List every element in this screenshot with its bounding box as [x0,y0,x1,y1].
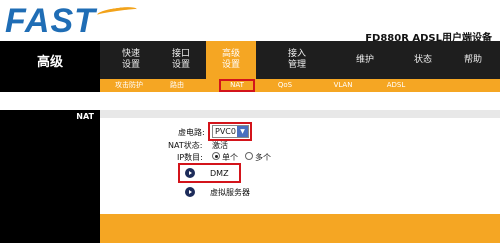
nat-status-label: NAT状态: [168,141,203,150]
dmz-link[interactable]: DMZ [210,169,229,178]
logo-text: FAST [5,2,96,40]
tab-maintenance[interactable]: 维护 [340,41,390,79]
sub-nav: 攻击防护 路由 NAT QoS VLAN ADSL [0,79,500,92]
header: FAST FD880R ADSL用户端设备 [0,0,500,44]
section-title: 高级 [0,41,100,79]
virtual-server-link[interactable]: 虚拟服务器 [210,187,250,198]
nat-status-value: 激活 [212,141,228,150]
ip-single-radio[interactable] [212,152,220,160]
pvc-select-value: PVC0 [215,127,236,136]
subtab-attack-protection[interactable]: 攻击防护 [108,79,150,92]
subtab-nat[interactable]: NAT [219,79,255,92]
logo: FAST [5,2,138,41]
tab-status[interactable]: 状态 [398,41,448,79]
main-tabs: 快速 设置 接口 设置 高级 设置 接入 管理 维护 状态 帮助 [100,41,500,79]
tab-help[interactable]: 帮助 [448,41,498,79]
subtab-routing[interactable]: 路由 [162,79,192,92]
footer-bar [0,214,500,243]
subtab-qos[interactable]: QoS [270,79,300,92]
arrow-right-icon [185,187,195,197]
tab-interface-setup[interactable]: 接口 设置 [156,41,206,79]
subtab-vlan[interactable]: VLAN [325,79,361,92]
left-column: NAT [0,110,100,214]
arrow-right-icon [185,168,195,178]
footer-left [0,214,100,243]
ip-multi-label: 多个 [255,153,271,162]
logo-swoosh [96,5,138,19]
subtab-adsl[interactable]: ADSL [378,79,414,92]
pvc-label: 虚电路: [178,128,205,137]
ip-single-label: 单个 [222,153,238,162]
content-band [100,110,500,118]
top-nav: 高级 快速 设置 接口 设置 高级 设置 接入 管理 维护 状态 帮助 [0,41,500,79]
tab-advanced-setup[interactable]: 高级 设置 [206,41,256,79]
nat-section-label: NAT [76,112,94,121]
chevron-down-icon: ▼ [237,126,248,137]
sub-nav-left [0,79,100,92]
ip-multi-radio[interactable] [245,152,253,160]
tab-quick-setup[interactable]: 快速 设置 [106,41,156,79]
tab-access-management[interactable]: 接入 管理 [272,41,322,79]
pvc-select[interactable]: PVC0 ▼ [212,125,249,138]
ip-count-label: IP数目: [177,153,203,162]
